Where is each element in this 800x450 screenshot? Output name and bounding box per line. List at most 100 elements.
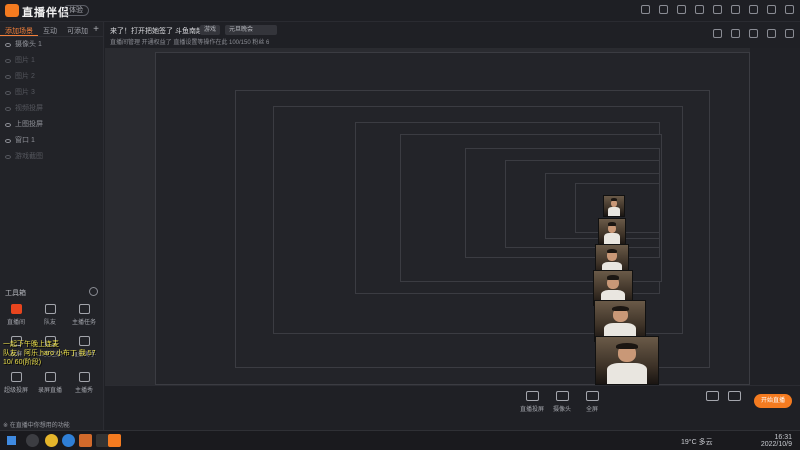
scene-tabs: 添加场景 互动 可添加 bbox=[0, 22, 103, 37]
tool-label: 主播任务 bbox=[71, 320, 96, 326]
chat-icon[interactable] bbox=[713, 5, 722, 14]
scene-item[interactable]: 图片 3 bbox=[0, 85, 103, 101]
live-subline: 直播间管理 开通权益了 直播设置等操作在此 100/150 粉丝 6 bbox=[110, 40, 270, 46]
tool-label: 直播间 bbox=[6, 320, 25, 326]
stream-overlay-text: 一起下午晚上连麦 队友：阿乐 haro 小布丁 我 57 10/ 60(阶段) bbox=[3, 340, 107, 367]
tool-label: 超级投屏 bbox=[3, 388, 28, 394]
visibility-eye-icon[interactable] bbox=[5, 123, 11, 127]
tab-addable[interactable]: 可添加 bbox=[62, 22, 93, 36]
overlay-line: 10/ 60(阶段) bbox=[3, 359, 42, 366]
copy-icon[interactable] bbox=[749, 29, 758, 38]
room-title-pill[interactable]: 元旦晚会 bbox=[225, 25, 277, 35]
scene-item[interactable]: 窗口 1 bbox=[0, 133, 103, 149]
tab-scenes[interactable]: 添加场景 bbox=[0, 22, 38, 36]
lock-icon[interactable] bbox=[731, 29, 740, 38]
scene-label: 图片 1 bbox=[15, 57, 35, 64]
weather-widget[interactable]: 19°C 多云 bbox=[681, 437, 713, 447]
live-control-bar: 直播投屏 摄像头 全屏 开始直播 bbox=[105, 385, 800, 430]
version-badge[interactable]: 体验 bbox=[63, 5, 89, 16]
app-icon[interactable] bbox=[79, 434, 92, 447]
toolbox-heading: 工具箱 bbox=[5, 290, 26, 297]
visibility-eye-icon[interactable] bbox=[5, 75, 11, 79]
tool-button[interactable]: 主播任务 bbox=[71, 304, 97, 326]
add-scene-button[interactable]: + bbox=[93, 24, 99, 35]
maximize-icon[interactable] bbox=[767, 5, 776, 14]
tool-button[interactable]: 录屏直播 bbox=[37, 372, 63, 394]
camera-button[interactable]: 摄像头 bbox=[545, 391, 579, 413]
scene-item[interactable]: 游戏截图 bbox=[0, 149, 103, 165]
scene-item[interactable]: 图片 1 bbox=[0, 53, 103, 69]
scene-item[interactable]: 视频投屏 bbox=[0, 101, 103, 117]
windows-start-icon[interactable] bbox=[7, 436, 16, 445]
window-controls bbox=[641, 5, 794, 14]
visibility-eye-icon[interactable] bbox=[5, 107, 11, 111]
scene-item[interactable]: 上图投屏 bbox=[0, 117, 103, 133]
overlay-line: 一起下午晚上连麦 bbox=[3, 341, 59, 348]
minimize-icon[interactable] bbox=[749, 5, 758, 14]
scene-label: 上图投屏 bbox=[15, 121, 43, 128]
screen-cast-button[interactable]: 直播投屏 bbox=[515, 391, 549, 413]
record-icon[interactable] bbox=[695, 5, 704, 14]
live-title[interactable]: 来了！打开把她签了 斗鱼南起来 bbox=[110, 26, 210, 36]
title-bar: 直播伴侣 体验 bbox=[0, 0, 800, 22]
camera-icon bbox=[555, 391, 569, 401]
search-icon[interactable] bbox=[26, 434, 39, 447]
scene-label: 图片 3 bbox=[15, 89, 35, 96]
status-hint: ※ 在直播中你想用的功能 bbox=[3, 423, 70, 429]
tool-icon bbox=[78, 304, 90, 314]
record-button[interactable] bbox=[717, 391, 751, 404]
tool-button[interactable]: 队友 bbox=[37, 304, 63, 326]
fullscreen-icon bbox=[585, 391, 599, 401]
share-icon[interactable] bbox=[785, 29, 794, 38]
category-pill[interactable]: 游戏 bbox=[200, 25, 221, 35]
toolbox-settings-icon[interactable] bbox=[89, 287, 98, 296]
scene-item[interactable]: 摄像头 1 bbox=[0, 37, 103, 53]
close-icon[interactable] bbox=[785, 5, 794, 14]
tool-label: 主播秀 bbox=[74, 388, 93, 394]
visibility-eye-icon[interactable] bbox=[5, 43, 11, 47]
live-info-bar: 来了！打开把她签了 斗鱼南起来 游戏 元旦晚会 直播间管理 开通权益了 直播设置… bbox=[105, 22, 800, 48]
visibility-eye-icon[interactable] bbox=[5, 155, 11, 159]
bell-icon[interactable] bbox=[767, 29, 776, 38]
tool-label: 录屏直播 bbox=[37, 388, 62, 394]
chrome-icon[interactable] bbox=[45, 434, 58, 447]
webcam-feed bbox=[598, 218, 626, 246]
tool-button[interactable]: 主播秀 bbox=[71, 372, 97, 394]
layout-icon[interactable] bbox=[713, 29, 722, 38]
tool-label: 队友 bbox=[43, 320, 56, 326]
edge-icon[interactable] bbox=[62, 434, 75, 447]
tool-icon bbox=[10, 304, 22, 314]
os-taskbar: 19°C 多云 16:31 2022/10/9 bbox=[0, 430, 800, 450]
app-logo-icon bbox=[5, 4, 19, 17]
visibility-eye-icon[interactable] bbox=[5, 91, 11, 95]
fullscreen-button[interactable]: 全屏 bbox=[575, 391, 609, 413]
webcam-feed bbox=[595, 336, 659, 385]
tool-button[interactable]: 直播间 bbox=[3, 304, 29, 326]
message-icon[interactable] bbox=[677, 5, 686, 14]
scene-label: 窗口 1 bbox=[15, 137, 35, 144]
menu-icon[interactable] bbox=[731, 5, 740, 14]
tool-icon bbox=[44, 372, 56, 382]
scene-item[interactable]: 图片 2 bbox=[0, 69, 103, 85]
gift-icon[interactable] bbox=[641, 5, 650, 14]
scene-list: 摄像头 1 图片 1 图片 2 图片 3 视频投屏上图投屏窗口 1 游戏截图 bbox=[0, 37, 103, 165]
scene-label: 摄像头 1 bbox=[15, 41, 42, 48]
tool-button[interactable]: 超级投屏 bbox=[3, 372, 29, 394]
clock-date: 2022/10/9 bbox=[760, 441, 792, 448]
record-icon bbox=[727, 391, 741, 401]
system-clock[interactable]: 16:31 2022/10/9 bbox=[761, 434, 792, 448]
live-companion-icon[interactable] bbox=[108, 434, 121, 447]
start-live-button[interactable]: 开始直播 bbox=[754, 394, 792, 408]
clock-time: 16:31 bbox=[774, 434, 792, 441]
live-streaming-app: 直播伴侣 体验 添加场景 互动 可添加 + 摄像头 1 图片 1 图片 2 图片 3 视… bbox=[0, 0, 800, 430]
scene-label: 游戏截图 bbox=[15, 153, 43, 160]
stream-preview[interactable] bbox=[105, 48, 750, 385]
tab-interact[interactable]: 互动 bbox=[38, 22, 62, 36]
header-actions bbox=[713, 29, 794, 38]
overlay-line: 队友：阿乐 haro 小布丁 我 57 bbox=[3, 350, 96, 357]
visibility-eye-icon[interactable] bbox=[5, 59, 11, 63]
visibility-eye-icon[interactable] bbox=[5, 139, 11, 143]
tool-icon bbox=[78, 372, 90, 382]
scene-label: 视频投屏 bbox=[15, 105, 43, 112]
headset-icon[interactable] bbox=[659, 5, 668, 14]
